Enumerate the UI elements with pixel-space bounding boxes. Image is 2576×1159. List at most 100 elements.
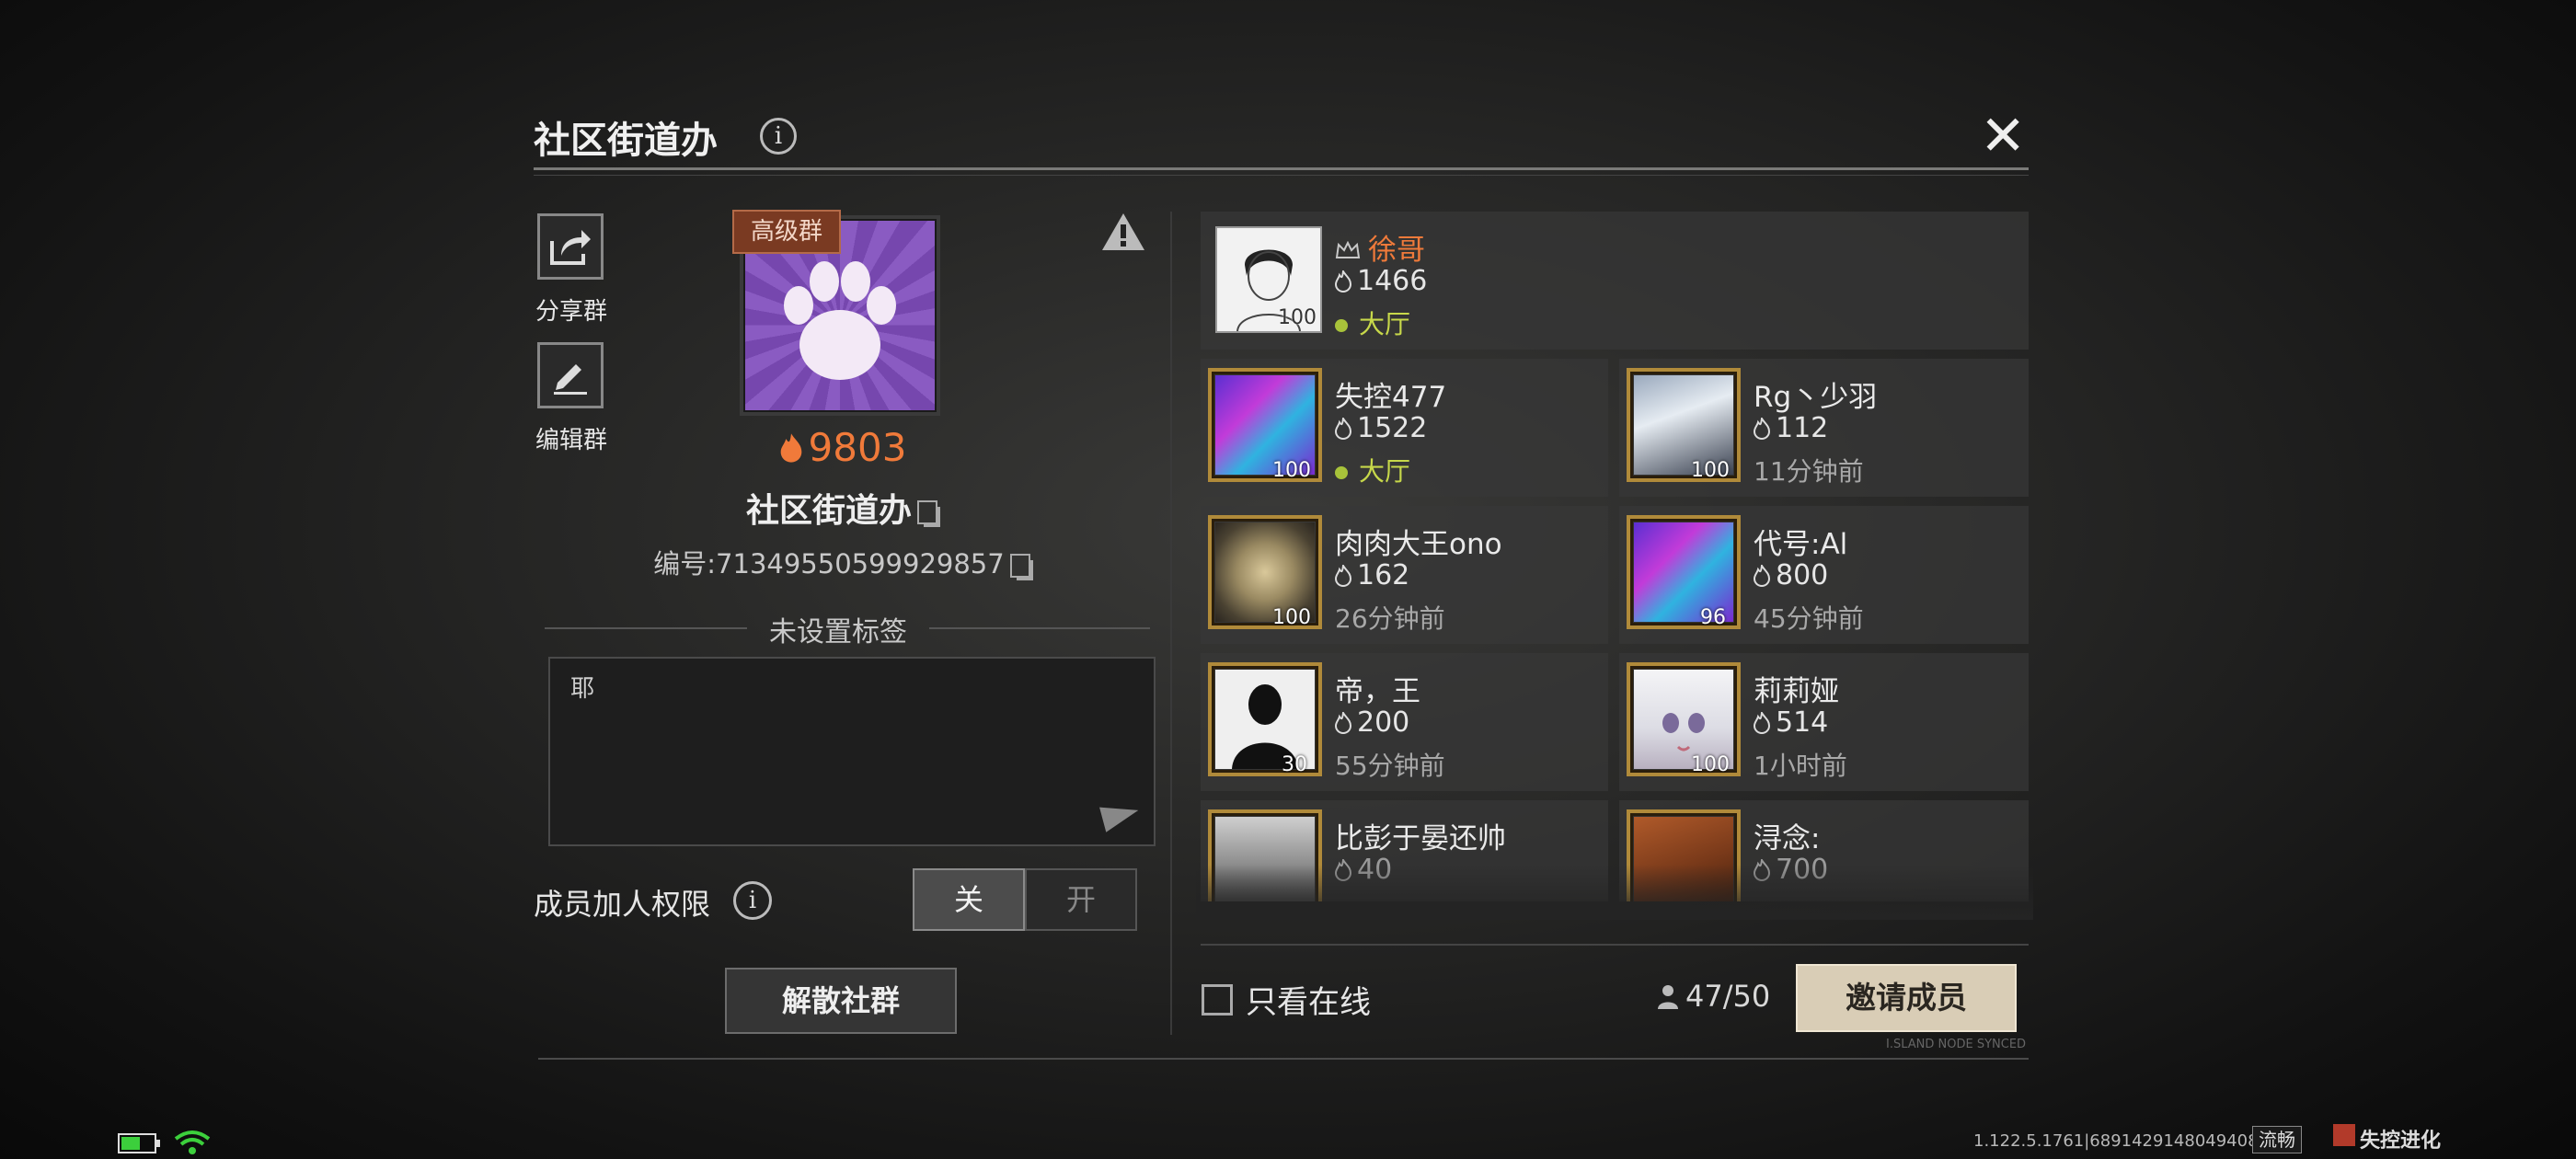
pencil-icon [554,364,587,395]
tag-divider-right [929,627,1150,629]
member-status-text: 大厅 [1359,309,1411,339]
group-description-box[interactable] [548,657,1156,846]
person-icon [1658,985,1678,1009]
flame-icon [1754,712,1770,734]
device-status [118,1130,211,1159]
group-name-text: 社区街道办 [745,492,912,530]
group-score-value: 9803 [808,425,907,470]
flame-icon [1754,565,1770,587]
member-score: 162 [1335,559,1409,591]
member-card[interactable]: 96 代号:Al 800 45分钟前 [1619,506,2029,644]
game-logo-text: 失控进化 [2360,1130,2442,1153]
member-name: 代号:Al [1754,528,1848,561]
member-count: 47/50 [1656,979,1770,1014]
wifi-icon [174,1130,211,1154]
member-name: 肉肉大王ono [1335,528,1502,561]
member-score-value: 112 [1776,412,1829,444]
member-status: 大厅 [1335,304,1410,341]
member-score: 112 [1754,412,1828,444]
member-score-value: 800 [1776,559,1829,591]
title-info-icon[interactable]: i [760,118,797,155]
game-logo-icon [2333,1124,2355,1146]
premium-group-badge: 高级群 [732,210,842,254]
member-status: 45分钟前 [1754,603,1864,634]
member-name: Rg丶少羽 [1754,381,1878,414]
group-score: 9803 [769,425,916,470]
edit-group-button[interactable] [537,342,604,408]
panel-bottom-line [538,1058,2029,1060]
group-description-text: 耶 [570,675,595,703]
tag-divider-left [545,627,747,629]
member-status-text: 大厅 [1359,456,1411,487]
member-score: 514 [1754,706,1828,739]
graphics-quality-badge[interactable]: 流畅 [2252,1126,2302,1153]
flame-icon [1335,712,1351,734]
permission-on-toggle[interactable]: 开 [1025,868,1137,931]
edit-group-label: 编辑群 [535,427,607,454]
group-id: 编号:71349550599929857 [598,543,1086,581]
member-name: 失控477 [1335,381,1447,414]
online-only-label[interactable]: 只看在线 [1246,977,1371,1022]
group-id-text: 编号:71349550599929857 [653,548,1005,580]
member-invite-permission-label: 成员加人权限 [534,887,711,922]
member-name: 徐哥 [1335,226,1425,268]
list-fade-overlay [1196,865,2033,920]
online-dot [1335,466,1348,479]
list-footer-divider [1201,944,2029,946]
close-icon[interactable]: ✕ [1980,109,2026,164]
member-status: 大厅 [1335,452,1410,488]
member-name: 莉莉娅 [1754,675,1839,708]
member-level: 30 [1282,753,1307,776]
member-score: 1522 [1335,412,1427,444]
member-avatar: 100 [1215,226,1322,333]
group-tag-label[interactable]: 未设置标签 [747,609,929,649]
flame-icon [1335,270,1351,293]
online-only-checkbox[interactable] [1202,984,1233,1016]
copy-name-icon[interactable] [917,500,937,524]
panel-title: 社区街道办 [534,120,718,162]
member-score-value: 200 [1357,706,1410,739]
member-score: 1466 [1335,265,1427,297]
member-score-value: 1522 [1357,412,1428,444]
member-level: 96 [1700,606,1726,629]
member-level: 100 [1691,459,1730,482]
panel-vertical-divider [1170,212,1172,1035]
share-group-label: 分享群 [535,298,607,326]
island-sync-text: I.SLAND NODE SYNCED [1886,1038,2027,1051]
member-score: 200 [1335,706,1409,739]
disband-group-button[interactable]: 解散社群 [725,968,957,1034]
flame-icon [780,433,801,463]
member-name: 比彭于晏还帅 [1335,822,1506,855]
member-card[interactable]: 30 帝，王 200 55分钟前 [1201,653,1608,791]
member-score-value: 162 [1357,559,1410,591]
share-icon [550,230,591,265]
report-warning-icon[interactable] [1100,212,1146,256]
header-divider-thin [534,175,2029,176]
member-score-value: 1466 [1357,265,1428,297]
header-divider [534,167,2029,170]
member-card[interactable]: 100 失控477 1522 大厅 [1201,359,1608,497]
member-status: 26分钟前 [1335,603,1445,634]
online-dot [1335,319,1348,332]
copy-id-icon[interactable] [1009,554,1030,578]
flame-icon [1335,565,1351,587]
permission-off-toggle[interactable]: 关 [913,868,1025,931]
member-score: 800 [1754,559,1828,591]
member-level: 100 [1691,753,1730,776]
share-group-button[interactable] [537,213,604,280]
member-score-value: 514 [1776,706,1829,739]
member-status: 11分钟前 [1754,456,1864,487]
version-text: 1.122.5.1761|68914291480494082 [1973,1131,2269,1151]
member-count-value: 47/50 [1685,979,1771,1014]
member-card[interactable]: 100 莉莉娅 514 1小时前 [1619,653,2029,791]
permission-info-icon[interactable]: i [733,881,772,920]
member-card[interactable]: 100 肉肉大王ono 162 26分钟前 [1201,506,1608,644]
member-card[interactable]: 100 Rg丶少羽 112 11分钟前 [1619,359,2029,497]
invite-members-button[interactable]: 邀请成员 [1796,964,2017,1032]
crown-icon [1335,240,1361,258]
member-name-text: 徐哥 [1368,234,1425,267]
member-level: 100 [1278,306,1317,329]
battery-icon [118,1133,160,1153]
member-status: 1小时前 [1754,751,1847,781]
member-card-leader[interactable]: 100 徐哥 1466 大厅 [1201,212,2029,350]
